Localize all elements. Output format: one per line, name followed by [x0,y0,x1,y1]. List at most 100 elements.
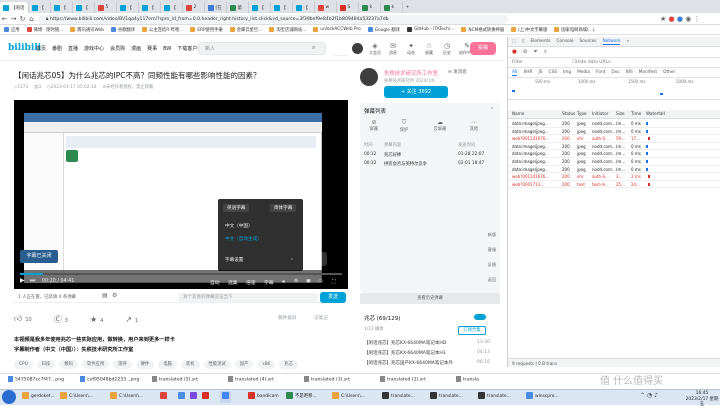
clear-icon[interactable]: ⊘ [523,49,528,55]
menu-icon[interactable]: ⋮ [694,15,701,23]
taskbar-item[interactable]: C:\Users\... [58,391,93,403]
column-content[interactable]: 弹幕内容 [384,142,401,148]
danmaku-content[interactable]: 兆芯好棒 [384,152,401,158]
col-size[interactable]: Size [616,111,625,116]
bookmark[interactable]: NCM格式转换神器 [461,27,504,33]
browser-tab[interactable]: 【 [117,2,139,13]
column-time[interactable]: 时间 [364,142,373,148]
network-row[interactable]: data:image/jpeg... 200 jpeg nodd.com... (m..… [508,158,720,166]
subtitle-option-auto[interactable]: 中文（自动生成） [225,236,262,242]
record-icon[interactable]: ● [512,49,517,55]
subtitle-button[interactable]: 字幕 [264,279,274,286]
pause-icon[interactable]: ❚❚ [305,252,327,266]
profile-icon[interactable]: ◉ [685,15,691,23]
col-initiator[interactable]: Initiator [592,111,608,116]
bookmark[interactable]: ERP使用手册 [190,27,223,33]
sidebar-new-button[interactable]: 新版 [486,232,498,238]
autoplay-toggle[interactable] [474,314,486,320]
next-icon[interactable]: ⏭ [30,277,35,285]
taskbar-item[interactable] [188,391,199,403]
type-filter[interactable]: Img [563,70,571,75]
subtitle-option-chinese[interactable]: 简体字幕 [270,204,297,212]
header-avatar[interactable] [348,43,366,55]
danmaku-panel-title[interactable]: 弹幕列表 [364,107,386,115]
download-item[interactable]: translated (3).srt [304,376,350,383]
dynamics-button[interactable]: ✦ 动态 [402,42,420,56]
follow-button[interactable]: + 关注 3692 [384,86,448,98]
share-button[interactable]: ↗ 1 [125,315,138,324]
forward-icon[interactable]: → [9,15,18,23]
taskbar-item[interactable]: translate... [380,391,415,403]
bookmark[interactable]: unlockACCWeb Pro [313,27,361,32]
collection-episode[interactable]: 【闲话兆芯】兆芯KX-6640MA笔记本H3 04:13 [364,350,490,360]
progress-bar[interactable] [20,273,342,275]
nav-item[interactable]: 会员购 [110,45,125,52]
taskbar-item[interactable]: gerdoket... [20,391,55,403]
widescreen-icon[interactable]: ▭ [318,279,323,284]
search-icon[interactable]: ⌕ [544,49,547,56]
browser-tab[interactable]: 【 [73,2,95,13]
fullscreen-icon[interactable]: ⛶ [332,279,335,285]
bookmark[interactable]: 应用 [4,27,20,33]
favorite-button[interactable]: ★ 4 [90,315,103,324]
network-row[interactable]: data:image/jpeg... 200 jpeg nodd.com... (m..… [508,166,720,174]
type-filter[interactable]: JS [539,70,543,75]
bookmark[interactable]: 谷歌翻译 [110,27,135,33]
nav-item[interactable]: 番剧 [52,45,62,52]
nav-item[interactable]: 直播 [68,45,78,52]
type-filter[interactable]: Manifest [639,70,657,75]
network-row[interactable]: data:image/jpeg... 200 jpeg nodd.com... (m..… [508,120,720,128]
bookmark[interactable]: (上)中文字幕版 [511,27,547,33]
extension-icon[interactable]: ● [669,15,675,23]
danmaku-settings-icon[interactable]: ⚙ [112,292,117,299]
tag[interactable]: 硬件 [135,360,155,369]
type-filter[interactable]: WS [626,70,633,75]
type-filter[interactable]: All [512,70,518,76]
tag[interactable]: 性能测试 [203,360,231,369]
bookmark[interactable]: 公主连结R 哔哩... [142,27,183,33]
reload-icon[interactable]: ↻ [18,15,27,23]
sidebar-feedback-button[interactable]: 反馈 [486,262,498,268]
sidebar-service-button[interactable]: 客服 [486,247,498,253]
extension-icon[interactable]: ★ [660,15,666,23]
taskbar-item[interactable]: translate... [428,391,463,403]
danmaku-toggle-icon[interactable]: ▤ [102,292,108,299]
network-row[interactable]: data:image/jpeg... 200 jpeg nodd.com... (m..… [508,143,720,151]
taskbar-item[interactable]: C:\Users\... [108,391,143,403]
tag[interactable]: 数码 [59,360,78,369]
report-button[interactable]: 稿件投诉 [278,315,296,321]
subtitle-option-zh-cn[interactable]: 中文（中国） [225,223,253,229]
taskbar-item[interactable] [200,391,211,403]
filter-icon[interactable]: ⏷ [533,49,537,56]
tag[interactable]: 软件应用 [81,360,110,369]
collapse-icon[interactable]: ⌃ [490,107,494,113]
devtools-tab-elements[interactable]: Elements [530,39,550,44]
devtools-tab-console[interactable]: Console [556,39,573,44]
uploader-name[interactable]: 失秩技术研究所工作室 [384,69,438,77]
danmaku-input[interactable]: 发个友善的弹幕见证当下 [178,293,318,302]
taskbar-item[interactable] [158,391,169,403]
nav-item[interactable]: 首页 [36,45,46,52]
column-sent[interactable]: 发送时间 [458,142,475,148]
taskbar-item[interactable]: translate... [476,391,511,403]
network-filter-input[interactable]: Filter [512,60,572,65]
taskbar-item[interactable] [176,391,187,403]
sidebar-back-button[interactable]: 返回 [486,277,498,283]
search-icon[interactable]: ⌕ [312,44,315,52]
site-search-input[interactable]: 新人 [198,42,326,55]
bookmark[interactable]: 国家电网商城(...) [554,27,595,33]
protect-tool[interactable]: ⛉ 保护 [392,119,416,133]
network-row[interactable]: web?001141676... 200 xhr auth-S... 59... 17..… [508,135,720,143]
subtitle-settings[interactable]: 字幕设置 [225,257,243,263]
episodes-button[interactable]: 选集 [228,279,238,286]
download-item[interactable]: cef95048bd2233...png [80,376,139,383]
history-button[interactable]: ◷ 历史 [438,42,456,56]
cloud-block-tool[interactable]: ☁ 云屏蔽 [428,119,452,132]
browser-tab[interactable]: 2 [183,2,205,13]
bookmark[interactable]: 腾讯通讯Web [70,27,104,33]
taskbar-clock[interactable]: 16:45 2023/2/17 星期五 [684,391,720,408]
tag[interactable]: 测评 [113,360,132,369]
browser-tab[interactable]: 5 [95,2,117,13]
devtools-tab-sources[interactable]: Sources [580,39,597,44]
send-message-button[interactable]: ✉ 发消息 [448,69,467,75]
